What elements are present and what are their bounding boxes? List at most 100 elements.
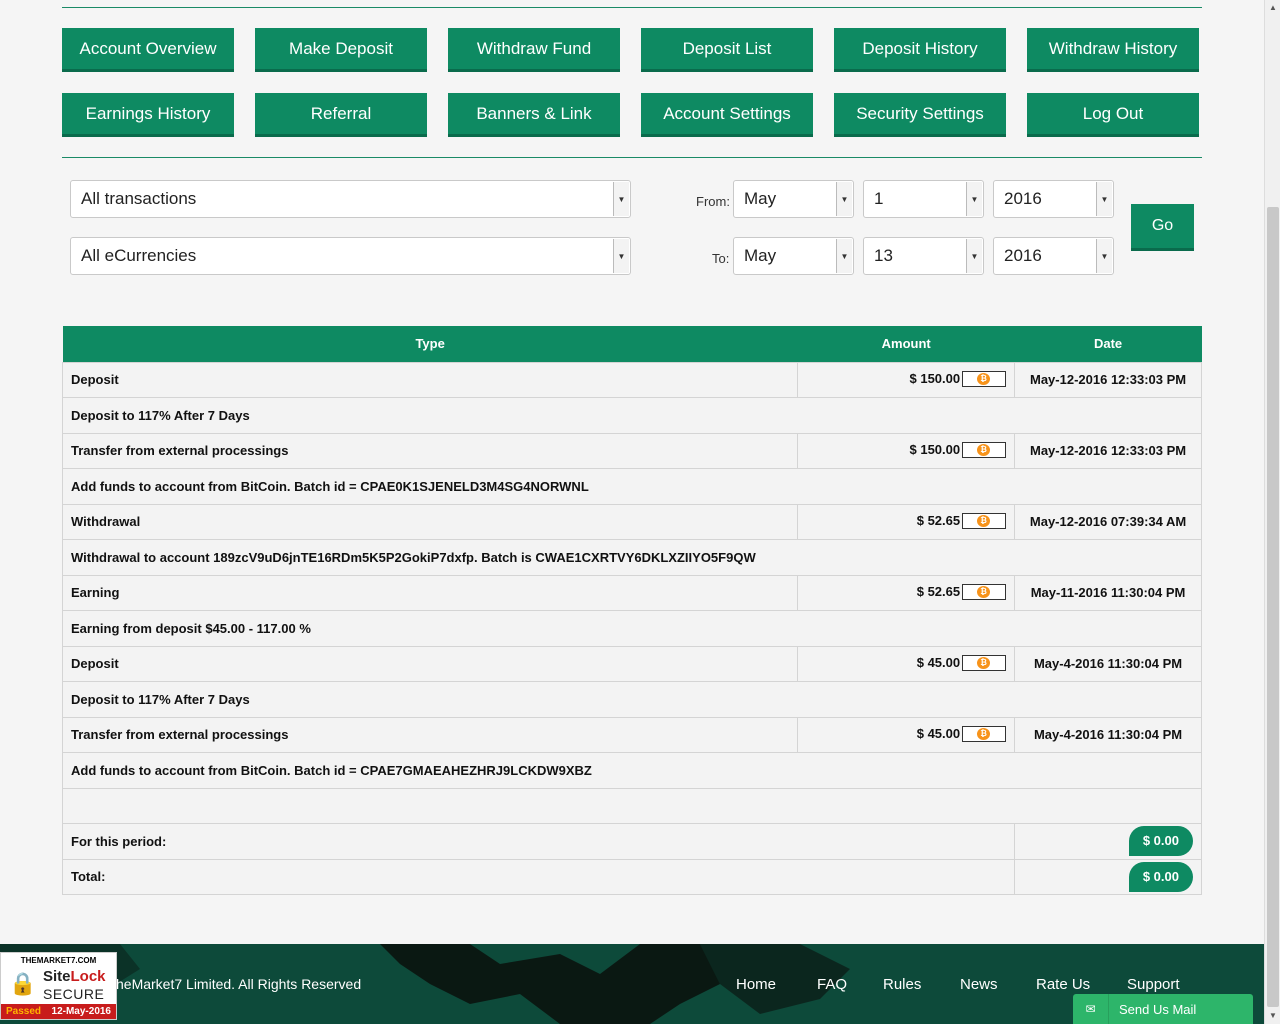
to-year-select[interactable]: 2016 ▼: [993, 237, 1114, 275]
currency-badge: ₿: [962, 584, 1007, 601]
row-description: Deposit to 117% After 7 Days: [62, 681, 1202, 718]
bitcoin-icon: ₿: [977, 728, 991, 741]
chevron-down-icon: ▼: [966, 239, 982, 273]
row-type: Withdrawal: [61, 503, 799, 540]
row-type: Transfer from external processings: [61, 432, 799, 469]
amount-header: Amount: [797, 326, 1015, 362]
total-label: Total:: [61, 858, 1016, 895]
footer-link-rate-us[interactable]: Rate Us: [1036, 976, 1090, 993]
row-date: May-4-2016 11:30:04 PM: [1014, 645, 1202, 682]
row-amount: $ 150.00 ₿: [797, 361, 1016, 398]
currency-value: All eCurrencies: [81, 246, 197, 265]
row-date: May-12-2016 07:39:34 AM: [1014, 503, 1202, 540]
table-row: Transfer from external processings $ 150…: [61, 432, 1202, 469]
nav-divider: [62, 157, 1202, 158]
chevron-down-icon: ▼: [1096, 182, 1112, 216]
currency-badge: ₿: [962, 371, 1007, 388]
make-deposit-button[interactable]: Make Deposit: [255, 28, 427, 72]
banners-link-button[interactable]: Banners & Link: [448, 93, 620, 137]
deposit-list-button[interactable]: Deposit List: [641, 28, 813, 72]
amount-value: $ 45.00: [916, 726, 961, 742]
chevron-down-icon: ▼: [836, 239, 852, 273]
from-month-value: May: [744, 189, 777, 208]
footer: heMarket7 Limited. All Rights Reserved H…: [0, 944, 1264, 1024]
row-description: Earning from deposit $45.00 - 117.00 %: [62, 610, 1202, 647]
log-out-button[interactable]: Log Out: [1027, 93, 1199, 137]
row-date: May-11-2016 11:30:04 PM: [1014, 574, 1202, 611]
referral-button[interactable]: Referral: [255, 93, 427, 137]
sitelock-badge[interactable]: THEMARKET7.COM 🔒 SiteLock SECURE Passed …: [0, 952, 117, 1020]
row-description: Add funds to account from BitCoin. Batch…: [62, 752, 1202, 789]
footer-link-home[interactable]: Home: [736, 976, 776, 993]
withdraw-fund-button[interactable]: Withdraw Fund: [448, 28, 620, 72]
table-row-description: Add funds to account from BitCoin. Batch…: [62, 468, 1202, 505]
row-amount: $ 45.00 ₿: [797, 716, 1016, 753]
table-row: Transfer from external processings $ 45.…: [61, 716, 1202, 753]
footer-link-news[interactable]: News: [960, 976, 998, 993]
period-summary-row: For this period: $ 0.00: [61, 823, 1202, 860]
earnings-history-button[interactable]: Earnings History: [62, 93, 234, 137]
bitcoin-icon: ₿: [977, 657, 991, 670]
lock-icon: 🔒: [9, 971, 37, 996]
page: Account Overview Make Deposit Withdraw F…: [0, 0, 1264, 1024]
row-type: Earning: [61, 574, 799, 611]
amount-value: $ 45.00: [916, 655, 961, 671]
row-description: Withdrawal to account 189zcV9uD6jnTE16RD…: [62, 539, 1202, 576]
send-mail-button[interactable]: ✉ Send Us Mail: [1073, 994, 1253, 1024]
chevron-down-icon: ▼: [966, 182, 982, 216]
to-month-value: May: [744, 246, 777, 265]
transactions-table: Type Amount Date Deposit $ 150.00 ₿ May-1…: [61, 326, 1202, 895]
date-header: Date: [1014, 326, 1202, 362]
sitelock-domain: THEMARKET7.COM: [20, 956, 97, 965]
top-divider: [62, 7, 1202, 8]
scrollbar-thumb[interactable]: [1267, 207, 1279, 1007]
row-description: Add funds to account from BitCoin. Batch…: [62, 468, 1202, 505]
chevron-down-icon: ▼: [836, 182, 852, 216]
footer-link-support[interactable]: Support: [1127, 976, 1180, 993]
table-row-description: Deposit to 117% After 7 Days: [62, 397, 1202, 434]
go-button[interactable]: Go: [1131, 204, 1194, 251]
account-settings-button[interactable]: Account Settings: [641, 93, 813, 137]
amount-value: $ 150.00: [909, 371, 961, 387]
transaction-type-select[interactable]: All transactions ▼: [70, 180, 631, 218]
row-description: Deposit to 117% After 7 Days: [62, 397, 1202, 434]
table-header-row: Type Amount Date: [62, 326, 1202, 362]
row-type: Transfer from external processings: [61, 716, 799, 753]
table-row: Deposit $ 150.00 ₿ May-12-2016 12:33:03 P…: [61, 361, 1202, 398]
amount-value: $ 52.65: [916, 584, 961, 600]
sitelock-brand-a: Site: [43, 968, 71, 985]
table-row-description: Deposit to 117% After 7 Days: [62, 681, 1202, 718]
vertical-scrollbar[interactable]: ▲ ▼: [1264, 0, 1280, 1024]
from-day-value: 1: [874, 189, 884, 208]
account-overview-button[interactable]: Account Overview: [62, 28, 234, 72]
deposit-history-button[interactable]: Deposit History: [834, 28, 1006, 72]
currency-select[interactable]: All eCurrencies ▼: [70, 237, 631, 275]
from-day-select[interactable]: 1 ▼: [863, 180, 984, 218]
table-row: Deposit $ 45.00 ₿ May-4-2016 11:30:04 PM: [61, 645, 1202, 682]
type-header: Type: [62, 326, 798, 362]
currency-badge: ₿: [962, 513, 1007, 530]
send-mail-label: Send Us Mail: [1119, 1001, 1197, 1017]
footer-link-faq[interactable]: FAQ: [817, 976, 847, 993]
table-row-description: Withdrawal to account 189zcV9uD6jnTE16RD…: [62, 539, 1202, 576]
row-amount: $ 52.65 ₿: [797, 503, 1016, 540]
to-month-select[interactable]: May ▼: [733, 237, 854, 275]
sitelock-brand: SiteLock: [43, 969, 106, 984]
sitelock-brand-b: Lock: [70, 968, 106, 985]
withdraw-history-button[interactable]: Withdraw History: [1027, 28, 1199, 72]
from-year-select[interactable]: 2016 ▼: [993, 180, 1114, 218]
envelope-icon: ✉: [1073, 994, 1109, 1024]
table-row: Withdrawal $ 52.65 ₿ May-12-2016 07:39:34…: [61, 503, 1202, 540]
bitcoin-icon: ₿: [977, 444, 991, 457]
from-month-select[interactable]: May ▼: [733, 180, 854, 218]
copyright-text: heMarket7 Limited. All Rights Reserved: [116, 976, 362, 992]
bitcoin-icon: ₿: [977, 373, 991, 386]
period-value: $ 0.00: [1128, 826, 1193, 857]
scroll-up-arrow-icon[interactable]: ▲: [1265, 0, 1280, 16]
footer-link-rules[interactable]: Rules: [883, 976, 921, 993]
chevron-down-icon: ▼: [613, 239, 629, 273]
row-type: Deposit: [61, 645, 799, 682]
scroll-down-arrow-icon[interactable]: ▼: [1265, 1008, 1280, 1024]
to-day-select[interactable]: 13 ▼: [863, 237, 984, 275]
security-settings-button[interactable]: Security Settings: [834, 93, 1006, 137]
